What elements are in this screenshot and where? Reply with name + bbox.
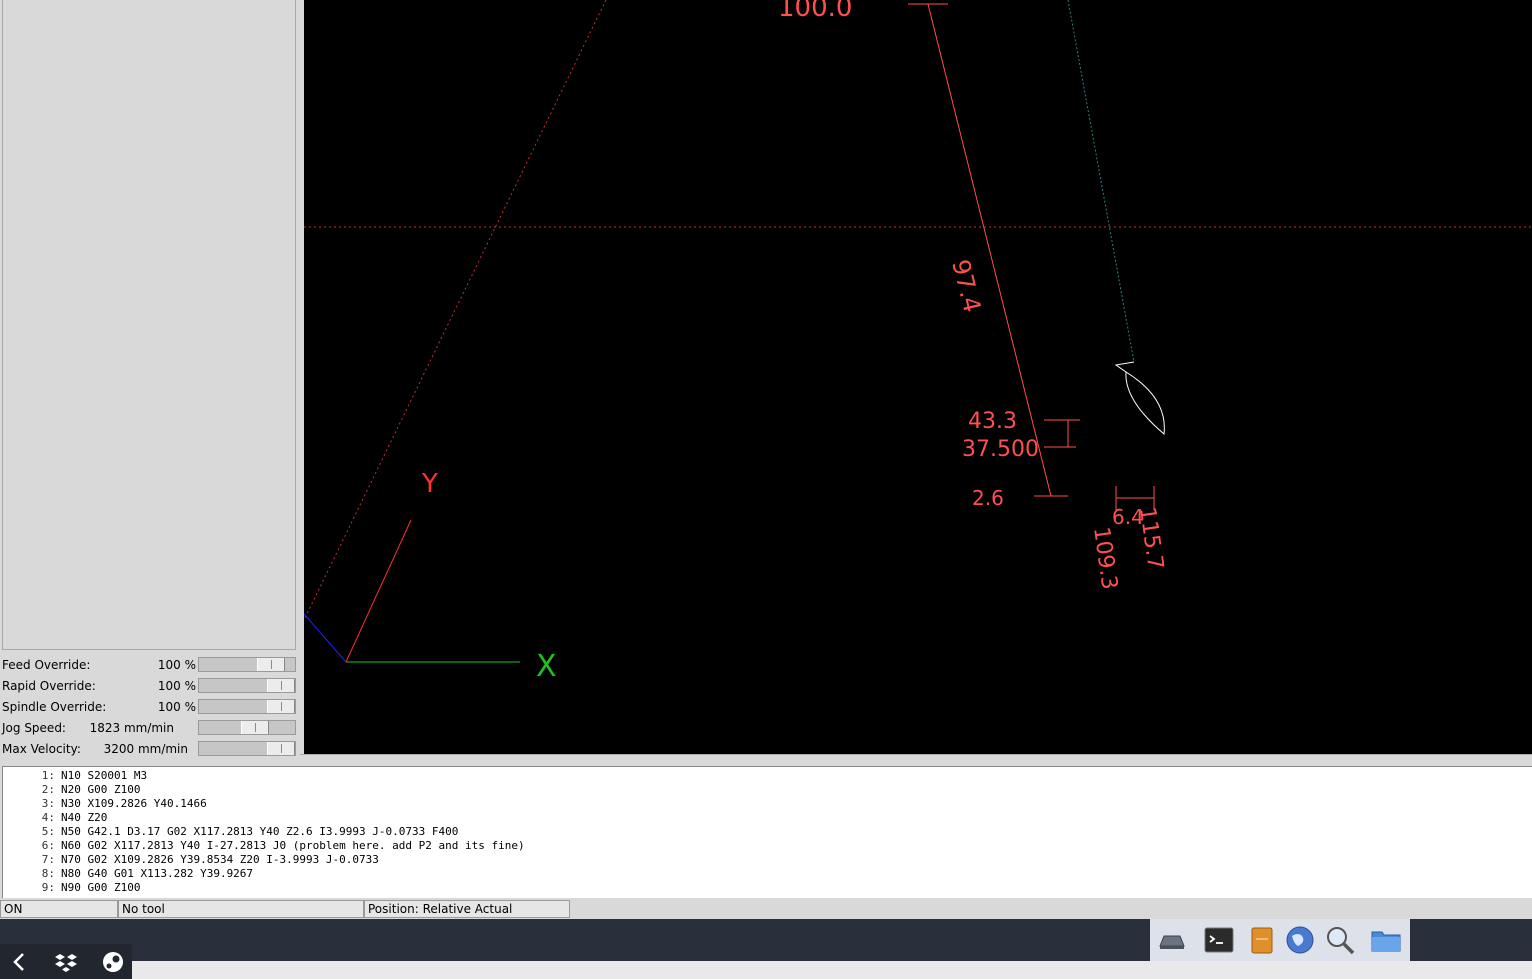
- dimension-label: 2.6: [972, 486, 1004, 510]
- feed-override-slider[interactable]: [198, 657, 296, 672]
- spindle-override-label: Spindle Override:: [2, 700, 107, 714]
- line-number: 4:: [41, 811, 55, 824]
- jog-speed-label: Jog Speed:: [2, 721, 66, 735]
- position-status: Position: Relative Actual: [364, 900, 570, 918]
- line-text: N30 X109.2826 Y40.1466: [61, 797, 207, 810]
- dimension-label: 115.7: [1134, 505, 1168, 571]
- bottom-strip: [0, 961, 1532, 979]
- y-axis-line: [345, 519, 412, 663]
- rapid-override-value: 100 %: [157, 679, 196, 693]
- search-icon[interactable]: [1324, 924, 1356, 956]
- limit-line: [304, 0, 607, 621]
- feed-override-value: 100 %: [157, 658, 196, 672]
- jog-speed-row: Jog Speed: 1823 mm/min: [0, 718, 300, 738]
- toolpath-preview[interactable]: X Y 100.0 97.4 43.3 37.500 2.6 6.4 115.7…: [304, 0, 1532, 754]
- line-number: 8:: [41, 867, 55, 880]
- spindle-override-slider[interactable]: [198, 699, 296, 714]
- dimension-label: 97.4: [946, 257, 986, 316]
- network-icon[interactable]: [1156, 924, 1188, 956]
- notes-icon[interactable]: [1246, 924, 1278, 956]
- line-text: N60 G02 X117.2813 Y40 I-27.2813 J0 (prob…: [61, 839, 525, 852]
- jog-speed-slider[interactable]: [198, 720, 296, 735]
- gcode-listing[interactable]: 1: N10 S20001 M3 2: N20 G00 Z100 3: N30 X10…: [2, 766, 1532, 898]
- slider-thumb[interactable]: [267, 679, 295, 692]
- line-number: 2:: [41, 783, 55, 796]
- max-velocity-slider[interactable]: [198, 741, 296, 756]
- folder-icon[interactable]: [1370, 924, 1402, 956]
- line-number: 5:: [41, 825, 55, 838]
- preview-canvas[interactable]: X Y 100.0 97.4 43.3 37.500 2.6 6.4 115.7…: [304, 0, 1532, 754]
- line-text: N50 G42.1 D3.17 G02 X117.2813 Y40 Z2.6 I…: [61, 825, 459, 838]
- rapid-toolpath: [1067, 0, 1135, 363]
- feed-override-row: Feed Override: 100 %: [0, 655, 300, 675]
- line-number: 1:: [41, 769, 55, 782]
- slider-thumb[interactable]: [267, 700, 295, 713]
- back-icon[interactable]: [8, 950, 32, 974]
- line-text: N80 G40 G01 X113.282 Y39.9267: [61, 867, 254, 880]
- pane-divider[interactable]: [300, 754, 1532, 765]
- toolpath-arc: [1114, 361, 1165, 435]
- slider-thumb[interactable]: [267, 742, 295, 755]
- dimension-label: 100.0: [778, 0, 852, 23]
- steam-icon[interactable]: [101, 950, 125, 974]
- dropbox-icon[interactable]: [54, 950, 78, 974]
- line-text: N40 Z20: [61, 811, 108, 824]
- max-velocity-label: Max Velocity:: [2, 742, 81, 756]
- machine-status: ON: [0, 900, 118, 918]
- jog-speed-value: 1823 mm/min: [89, 721, 174, 735]
- tab-area: [2, 0, 296, 650]
- dimension-label: 109.3: [1088, 525, 1122, 591]
- max-velocity-row: Max Velocity: 3200 mm/min: [0, 739, 300, 759]
- line-number: 3:: [41, 797, 55, 810]
- spindle-override-row: Spindle Override: 100 %: [0, 697, 300, 717]
- line-text: N20 G00 Z100: [61, 783, 141, 796]
- line-number: 6:: [41, 839, 55, 852]
- line-text: N90 G00 Z100: [61, 881, 141, 894]
- browser-icon[interactable]: [1284, 924, 1316, 956]
- line-number: 7:: [41, 853, 55, 866]
- terminal-icon[interactable]: [1203, 924, 1235, 956]
- slider-thumb[interactable]: [241, 721, 269, 734]
- y-axis-label: Y: [421, 469, 438, 499]
- rapid-override-label: Rapid Override:: [2, 679, 96, 693]
- line-number: 9:: [41, 881, 55, 894]
- feed-override-label: Feed Override:: [2, 658, 91, 672]
- x-axis-label: X: [536, 649, 557, 684]
- status-bar: ON No tool Position: Relative Actual: [0, 899, 1532, 919]
- line-text: N10 S20001 M3: [61, 769, 148, 782]
- line-text: N70 G02 X109.2826 Y39.8534 Z20 I-3.9993 …: [61, 853, 379, 866]
- rapid-override-slider[interactable]: [198, 678, 296, 693]
- dimension-label: 37.500: [962, 437, 1039, 462]
- z-axis-line: [304, 613, 347, 663]
- tool-status: No tool: [118, 900, 364, 918]
- max-velocity-value: 3200 mm/min: [103, 742, 188, 756]
- spindle-override-value: 100 %: [157, 700, 196, 714]
- rapid-override-row: Rapid Override: 100 %: [0, 676, 300, 696]
- slider-thumb[interactable]: [257, 658, 285, 671]
- dimension-label: 43.3: [968, 409, 1017, 434]
